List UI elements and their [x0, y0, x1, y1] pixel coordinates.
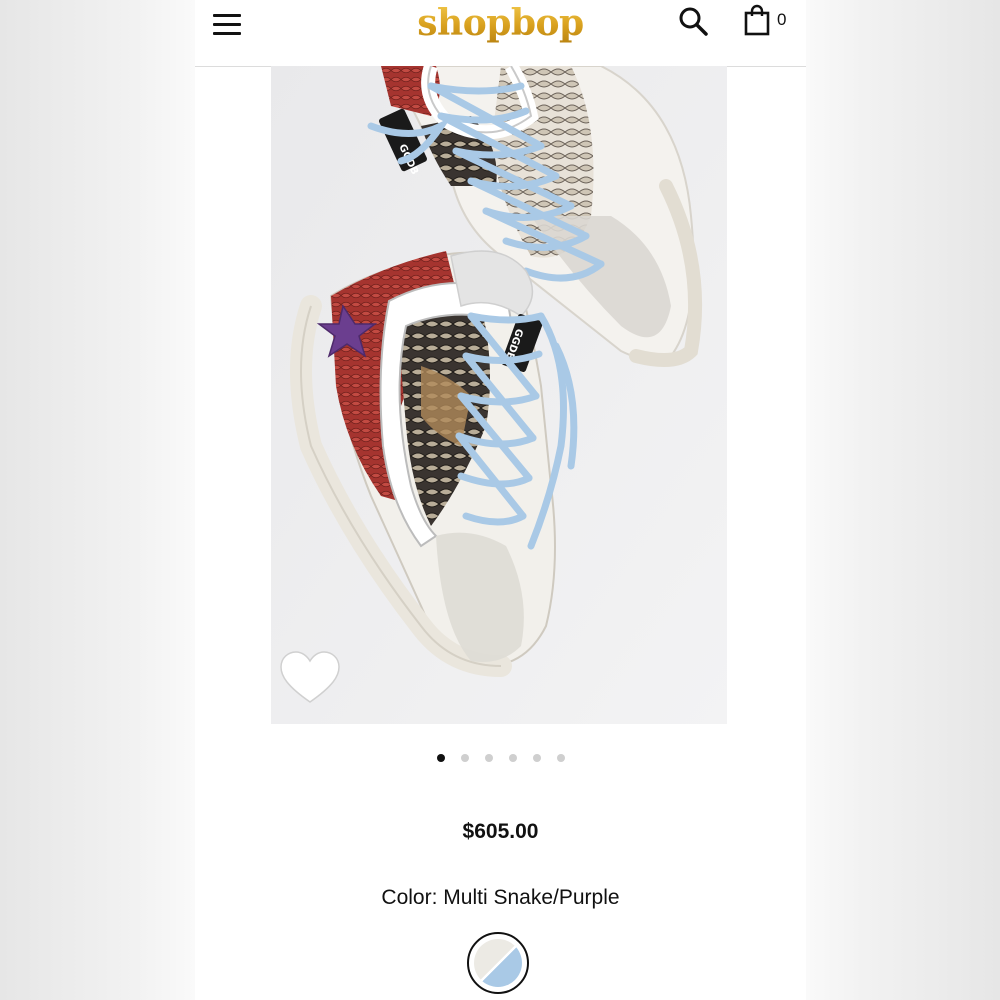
pagination-dot[interactable] [484, 754, 493, 762]
left-backdrop [0, 0, 195, 1000]
cart-count: 0 [777, 10, 787, 29]
pagination-dot[interactable] [460, 754, 469, 762]
right-backdrop [805, 0, 1000, 1000]
color-swatch-selected[interactable] [467, 932, 529, 994]
product-price: $605.00 [462, 820, 539, 843]
pagination-dot[interactable] [508, 754, 517, 762]
menu-bar [213, 13, 241, 17]
pagination-dot-active[interactable] [436, 754, 445, 762]
hamburger-menu-icon[interactable] [213, 10, 247, 38]
image-pagination [195, 752, 806, 764]
menu-bar [213, 31, 241, 35]
search-icon[interactable] [677, 4, 711, 38]
pagination-dot[interactable] [556, 754, 565, 762]
color-line: Color: Multi Snake/Purple [195, 886, 806, 910]
shopping-bag-button[interactable]: 0 [743, 4, 795, 38]
pagination-dot[interactable] [532, 754, 541, 762]
product-image[interactable]: GGDB GGDB [271, 66, 727, 724]
swatch-fill [474, 939, 522, 987]
shopping-bag-icon [744, 4, 770, 36]
mobile-page: shopbop 0 GGDB GGDB $605.00 Color: Multi… [195, 0, 806, 1000]
logo-container: shopbop [195, 0, 806, 46]
color-value: Multi Snake/Purple [443, 886, 620, 909]
site-header: shopbop 0 [195, 0, 806, 67]
menu-bar [213, 22, 241, 26]
heart-icon[interactable] [279, 650, 341, 706]
color-label: Color: [381, 886, 438, 909]
brand-logo[interactable]: shopbop [417, 2, 584, 44]
